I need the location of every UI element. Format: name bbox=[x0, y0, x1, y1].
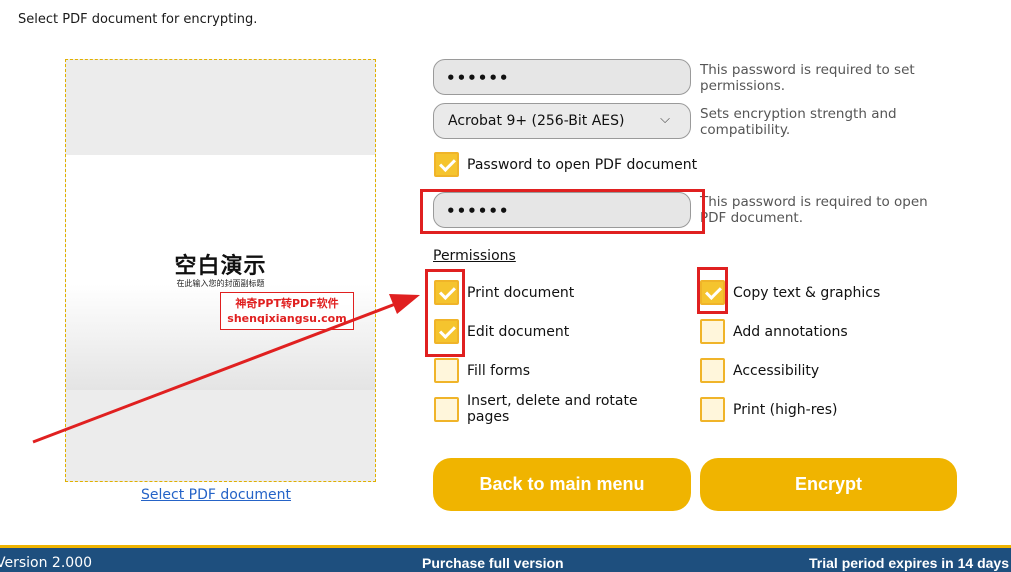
version-text: Version 2.000 bbox=[0, 555, 93, 571]
encryption-select[interactable]: Acrobat 9+ (256-Bit AES) ⌵ bbox=[433, 103, 691, 139]
highlight-copy-text bbox=[697, 267, 728, 314]
encryption-hint: Sets encryption strength and compatibili… bbox=[700, 106, 897, 138]
purchase-link[interactable]: Purchase full version bbox=[422, 555, 564, 571]
print-highres-checkbox[interactable] bbox=[700, 397, 725, 422]
permission-password-hint: This password is required to set permiss… bbox=[700, 62, 915, 94]
open-password-checkbox[interactable] bbox=[434, 152, 459, 177]
open-password-label: Password to open PDF document bbox=[467, 157, 698, 173]
print-highres-label: Print (high-res) bbox=[733, 402, 838, 418]
fill-forms-checkbox[interactable] bbox=[434, 358, 459, 383]
permission-password-input[interactable]: •••••• bbox=[433, 59, 691, 95]
add-annotations-checkbox[interactable] bbox=[700, 319, 725, 344]
encryption-selected: Acrobat 9+ (256-Bit AES) bbox=[448, 113, 625, 129]
print-document-label: Print document bbox=[467, 285, 575, 301]
status-bar: Version 2.000 Purchase full version Tria… bbox=[0, 545, 1011, 572]
watermark-stamp: 神奇PPT转PDF软件 shenqixiangsu.com bbox=[220, 292, 354, 330]
edit-document-label: Edit document bbox=[467, 324, 570, 340]
pdf-preview[interactable]: 空白演示 在此输入您的封面副标题 bbox=[65, 59, 376, 482]
accessibility-checkbox[interactable] bbox=[700, 358, 725, 383]
select-pdf-link[interactable]: Select PDF document bbox=[141, 487, 291, 503]
accessibility-label: Accessibility bbox=[733, 363, 820, 379]
add-annotations-label: Add annotations bbox=[733, 324, 848, 340]
slide-subtitle: 在此输入您的封面副标题 bbox=[176, 279, 265, 288]
copy-text-graphics-label: Copy text & graphics bbox=[733, 285, 881, 301]
permission-password-value: •••••• bbox=[446, 69, 510, 87]
back-to-main-menu-button[interactable]: Back to main menu bbox=[433, 458, 691, 511]
instruction-text: Select PDF document for encrypting. bbox=[18, 12, 258, 27]
permissions-title: Permissions bbox=[433, 248, 516, 264]
chevron-down-icon: ⌵ bbox=[660, 112, 670, 127]
watermark-line1: 神奇PPT转PDF软件 bbox=[235, 297, 339, 310]
slide-title: 空白演示 bbox=[174, 254, 267, 279]
watermark-line2: shenqixiangsu.com bbox=[227, 312, 347, 325]
slide-thumbnail: 空白演示 在此输入您的封面副标题 bbox=[66, 155, 375, 390]
trial-status: Trial period expires in 14 days bbox=[809, 555, 1009, 571]
fill-forms-label: Fill forms bbox=[467, 363, 531, 379]
highlight-open-password bbox=[420, 189, 705, 234]
highlight-print-edit bbox=[425, 269, 465, 357]
insert-delete-rotate-checkbox[interactable] bbox=[434, 397, 459, 422]
insert-delete-rotate-label: Insert, delete and rotate pages bbox=[467, 393, 638, 425]
open-password-hint: This password is required to open PDF do… bbox=[700, 194, 928, 226]
encrypt-button[interactable]: Encrypt bbox=[700, 458, 957, 511]
